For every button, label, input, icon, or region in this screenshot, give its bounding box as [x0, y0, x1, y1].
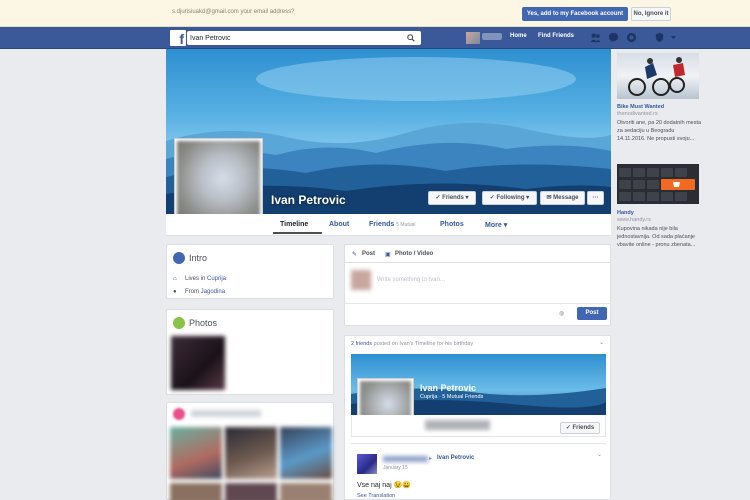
email-banner: s.djurisiuakd@gmail.com your email addre…: [0, 0, 750, 27]
profile-card-friends-button[interactable]: ✓ Friends: [560, 422, 600, 434]
ad-desc-2: Kupovina nikada nije bila jednostavnija.…: [617, 226, 696, 248]
profile-tabs: Timeline About Friends 5 Mutual Photos M…: [166, 214, 611, 236]
account-menu-icon[interactable]: [668, 32, 679, 43]
lives-in-row: Lives in Cuprija: [185, 276, 227, 282]
camera-icon: ▣: [385, 252, 391, 258]
composer-post-tab[interactable]: Post: [362, 251, 375, 257]
post-target-name[interactable]: Ivan Petrovic: [437, 455, 474, 461]
tab-more[interactable]: More ▾: [485, 221, 507, 229]
ad-title-2[interactable]: Handy: [617, 210, 634, 216]
nav-profile-name[interactable]: [482, 33, 502, 40]
notifications-icon[interactable]: [626, 32, 637, 43]
lives-in-link[interactable]: Cuprija: [207, 276, 226, 282]
search-icon[interactable]: [407, 34, 415, 42]
composer-photo-tab[interactable]: Photo / Video: [395, 251, 433, 257]
tab-photos[interactable]: Photos: [440, 221, 464, 228]
intro-title: Intro: [189, 253, 208, 263]
globe-icon: [173, 252, 185, 264]
privacy-icon[interactable]: [654, 32, 665, 43]
friend-thumbnail[interactable]: [170, 427, 222, 479]
post-options-chevron-icon[interactable]: ⌄: [597, 451, 602, 458]
friends-card: [166, 402, 334, 500]
ad-title-1[interactable]: Bike Must Wanted: [617, 104, 664, 110]
intro-card: Intro ⌂ Lives in Cuprija ● From Jagodina: [166, 244, 334, 299]
composer-avatar: [351, 270, 371, 290]
profile-card-subtitle: Cuprija · 5 Mutual Friends: [420, 394, 484, 400]
composer-input[interactable]: Write something to Ivan...: [377, 277, 445, 283]
top-navigation: f Home Find Friends: [0, 27, 750, 49]
audience-icon[interactable]: ◍: [559, 310, 564, 317]
from-link[interactable]: Jagodina: [201, 289, 225, 295]
banner-message: s.djurisiuakd@gmail.com your email addre…: [172, 9, 295, 15]
post-date[interactable]: January 15: [383, 465, 408, 471]
profile-card-name[interactable]: Ivan Petrovic: [420, 383, 476, 393]
friends-title: [191, 410, 261, 417]
see-translation-link[interactable]: See Translation: [357, 493, 395, 499]
more-options-button[interactable]: ···: [587, 191, 604, 205]
add-email-button[interactable]: Yes, add to my Facebook account: [522, 7, 628, 21]
search-bar: [187, 31, 421, 45]
chevron-down-icon: ▾: [524, 195, 530, 201]
ignore-email-button[interactable]: No, Ignore it: [631, 7, 671, 21]
nav-avatar[interactable]: [466, 32, 480, 44]
nav-find-friends-link[interactable]: Find Friends: [538, 33, 574, 39]
friend-thumbnail[interactable]: [280, 427, 332, 479]
friend-requests-icon[interactable]: [590, 32, 601, 43]
home-icon: ⌂: [173, 276, 177, 282]
message-button[interactable]: ✉ Message: [540, 191, 585, 205]
pencil-icon: ✎: [352, 252, 358, 258]
chevron-down-icon: ▾: [503, 222, 508, 229]
composer-post-button[interactable]: Post: [577, 307, 607, 320]
friend-thumbnail[interactable]: [170, 483, 222, 500]
feed-story-header: 2 friends posted on Ivan's Timeline for …: [351, 341, 474, 347]
check-icon: ✓: [565, 425, 573, 431]
photos-card: Photos: [166, 309, 334, 395]
search-input[interactable]: [187, 31, 397, 45]
ad-url-1[interactable]: thenodivanted.rs: [617, 111, 658, 117]
tab-about[interactable]: About: [329, 221, 349, 228]
tab-timeline[interactable]: Timeline: [280, 221, 308, 228]
chevron-down-icon: ▾: [463, 195, 469, 201]
arrow-right-icon: ▸: [429, 456, 433, 462]
active-tab-indicator: [273, 232, 322, 234]
photo-thumbnail[interactable]: [171, 336, 225, 390]
photos-title: Photos: [189, 318, 218, 328]
mutual-friends-count: 5 Mutual: [396, 222, 416, 228]
tab-friends[interactable]: Friends 5 Mutual: [369, 221, 415, 228]
commenter-name[interactable]: [383, 456, 428, 462]
mutual-friends-avatars: [425, 420, 490, 430]
ad-image-bikes[interactable]: [617, 53, 699, 99]
friend-thumbnail[interactable]: [225, 427, 277, 479]
friend-thumbnail[interactable]: [280, 483, 332, 500]
from-row: From Jagodina: [185, 289, 226, 295]
ad-desc-1: Otvoriti ane, pa 20 dodatnih mesta za se…: [617, 120, 702, 142]
commenter-avatar[interactable]: [357, 454, 377, 474]
ad-image-keyboard[interactable]: [617, 164, 699, 204]
ad-url-2[interactable]: www.handy.rs: [617, 217, 651, 223]
friend-thumbnail[interactable]: [225, 483, 277, 500]
story-options-chevron-icon[interactable]: ⌄: [599, 339, 604, 346]
birthday-feed-story: 2 friends posted on Ivan's Timeline for …: [344, 335, 611, 500]
location-icon: ●: [173, 289, 177, 295]
post-text: Vse naj naj 😉😀: [357, 482, 412, 489]
profile-name[interactable]: Ivan Petrovic: [271, 193, 346, 207]
following-button[interactable]: ✓ Following ▾: [482, 191, 537, 205]
friends-icon: [173, 408, 185, 420]
post-composer: ✎ Post ▣ Photo / Video Write something t…: [344, 244, 611, 326]
facebook-logo[interactable]: f: [170, 30, 186, 47]
photos-icon: [173, 317, 185, 329]
friends-button[interactable]: ✓ Friends ▾: [428, 191, 476, 205]
messages-icon[interactable]: [608, 32, 619, 43]
check-icon: ✓: [489, 195, 497, 201]
nav-home-link[interactable]: Home: [510, 33, 527, 39]
